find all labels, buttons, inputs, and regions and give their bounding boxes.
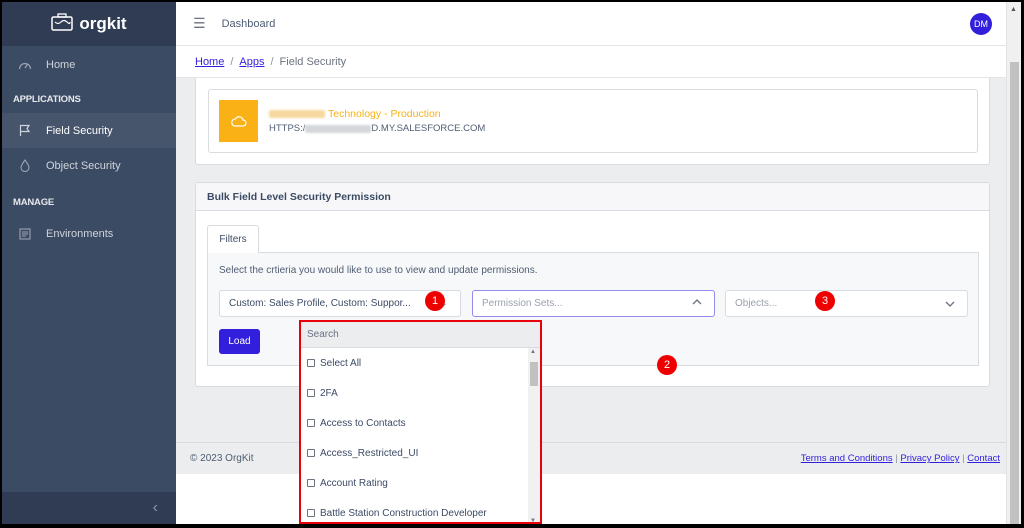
card-title: Bulk Field Level Security Permission	[196, 183, 989, 211]
list-icon	[18, 227, 32, 241]
scroll-up-icon[interactable]: ▲	[1010, 6, 1017, 13]
app-window: orgkit Home APPLICATIONS Field Security …	[2, 2, 1021, 524]
breadcrumb-separator: /	[230, 55, 234, 68]
brand[interactable]: orgkit	[2, 2, 176, 46]
sidebar-item-home[interactable]: Home	[2, 47, 176, 82]
environment-url: HTTPS:/ D.MY.SALESFORCE.COM	[269, 123, 486, 134]
section-title-manage: MANAGE	[13, 197, 55, 208]
privacy-link[interactable]: Privacy Policy	[900, 453, 959, 464]
redacted-text	[305, 124, 372, 133]
checkbox[interactable]	[307, 479, 315, 487]
option-select-all[interactable]: Select All	[301, 348, 528, 378]
scroll-down-icon[interactable]: ▼	[530, 518, 536, 522]
avatar[interactable]: DM	[970, 13, 992, 35]
dropdown-search-input[interactable]: Search	[301, 322, 540, 348]
chevron-up-icon	[692, 297, 702, 308]
option-item[interactable]: Access_Restricted_UI	[301, 438, 528, 468]
sidebar-item-label: Home	[46, 58, 76, 71]
header-title[interactable]: Dashboard	[222, 18, 276, 30]
breadcrumb-current: Field Security	[279, 55, 347, 68]
sidebar-item-object-security[interactable]: Object Security	[2, 148, 176, 183]
brand-name: orgkit	[79, 14, 127, 33]
sidebar-item-environments[interactable]: Environments	[2, 216, 176, 251]
sidebar-item-label: Environments	[46, 227, 114, 240]
section-title-applications: APPLICATIONS	[13, 94, 81, 105]
terms-link[interactable]: Terms and Conditions	[801, 453, 893, 464]
environment-card: Technology - Production HTTPS:/ D.MY.SAL…	[195, 78, 990, 165]
sidebar-toggle[interactable]: ‹	[2, 492, 176, 524]
load-button[interactable]: Load	[219, 329, 260, 354]
drop-icon	[18, 159, 32, 173]
chevron-down-icon	[945, 300, 955, 311]
sidebar-item-label: Field Security	[46, 124, 113, 137]
environment-name: Technology - Production	[269, 108, 485, 120]
scroll-thumb[interactable]	[1010, 62, 1019, 524]
scroll-up-icon[interactable]: ▲	[530, 349, 536, 355]
environment-tile[interactable]: Technology - Production HTTPS:/ D.MY.SAL…	[208, 89, 978, 153]
option-item[interactable]: 2FA	[301, 378, 528, 408]
copyright: © 2023 OrgKit	[190, 453, 254, 464]
contact-link[interactable]: Contact	[967, 453, 1000, 464]
hamburger-menu-icon[interactable]: ☰	[193, 15, 206, 32]
checkbox[interactable]	[307, 419, 315, 427]
breadcrumb: Home / Apps / Field Security	[176, 46, 1006, 78]
briefcase-icon	[51, 12, 74, 36]
breadcrumb-separator: /	[270, 55, 274, 68]
annotation-badge-3: 3	[815, 291, 835, 311]
permission-sets-select[interactable]: Permission Sets...	[472, 290, 715, 317]
breadcrumb-home[interactable]: Home	[195, 56, 224, 68]
sidebar-item-label: Object Security	[46, 159, 121, 172]
breadcrumb-apps[interactable]: Apps	[239, 56, 264, 68]
top-header: ☰ Dashboard DM	[176, 2, 1006, 46]
checkbox[interactable]	[307, 359, 315, 367]
checkbox[interactable]	[307, 509, 315, 517]
checkbox[interactable]	[307, 449, 315, 457]
annotation-badge-2: 2	[657, 355, 677, 375]
cloud-icon	[219, 100, 258, 142]
option-item[interactable]: Account Rating	[301, 468, 528, 498]
speedometer-icon	[18, 58, 32, 72]
redacted-text	[269, 110, 325, 118]
flag-icon	[18, 124, 32, 138]
annotation-badge-1: 1	[425, 291, 445, 311]
scroll-thumb[interactable]	[530, 362, 538, 386]
dropdown-scrollbar[interactable]: ▲ ▼	[528, 348, 540, 522]
filters-hint: Select the crtieria you would like to us…	[219, 265, 538, 276]
sidebar-item-field-security[interactable]: Field Security	[2, 113, 176, 148]
permission-sets-dropdown: Search Select All 2FA Access to Contacts…	[299, 320, 542, 524]
footer-links: Terms and Conditions | Privacy Policy | …	[800, 453, 1000, 464]
page-scrollbar[interactable]: ▲	[1006, 2, 1021, 524]
checkbox[interactable]	[307, 389, 315, 397]
tab-filters[interactable]: Filters	[207, 225, 259, 253]
objects-select[interactable]: Objects...	[725, 290, 968, 317]
chevron-left-icon: ‹	[152, 499, 158, 516]
sidebar: orgkit Home APPLICATIONS Field Security …	[2, 2, 176, 524]
option-item[interactable]: Battle Station Construction Developer	[301, 498, 528, 522]
dropdown-options: Select All 2FA Access to Contacts Access…	[301, 348, 528, 522]
option-item[interactable]: Access to Contacts	[301, 408, 528, 438]
